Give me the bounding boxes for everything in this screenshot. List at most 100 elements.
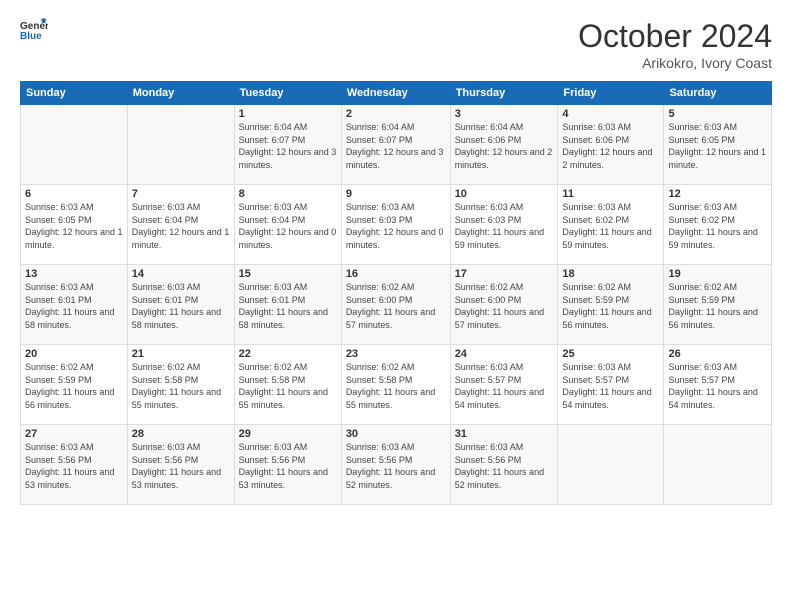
col-saturday: Saturday [664,82,772,105]
day-number: 27 [25,428,123,440]
day-info: Sunrise: 6:03 AM Sunset: 5:56 PM Dayligh… [455,441,554,491]
calendar-cell: 13Sunrise: 6:03 AM Sunset: 6:01 PM Dayli… [21,265,128,345]
day-number: 31 [455,428,554,440]
day-number: 21 [132,348,230,360]
day-number: 3 [455,108,554,120]
calendar-cell [21,105,128,185]
day-number: 8 [239,188,337,200]
calendar-week-5: 27Sunrise: 6:03 AM Sunset: 5:56 PM Dayli… [21,425,772,505]
day-info: Sunrise: 6:03 AM Sunset: 6:03 PM Dayligh… [346,201,446,251]
calendar-cell: 4Sunrise: 6:03 AM Sunset: 6:06 PM Daylig… [558,105,664,185]
day-info: Sunrise: 6:03 AM Sunset: 6:01 PM Dayligh… [25,281,123,331]
day-number: 4 [562,108,659,120]
day-info: Sunrise: 6:03 AM Sunset: 6:04 PM Dayligh… [132,201,230,251]
day-info: Sunrise: 6:02 AM Sunset: 5:59 PM Dayligh… [562,281,659,331]
day-info: Sunrise: 6:03 AM Sunset: 6:03 PM Dayligh… [455,201,554,251]
calendar-cell: 19Sunrise: 6:02 AM Sunset: 5:59 PM Dayli… [664,265,772,345]
day-info: Sunrise: 6:02 AM Sunset: 6:00 PM Dayligh… [455,281,554,331]
calendar-cell [127,105,234,185]
day-number: 16 [346,268,446,280]
day-info: Sunrise: 6:03 AM Sunset: 5:56 PM Dayligh… [346,441,446,491]
day-number: 7 [132,188,230,200]
calendar-cell: 30Sunrise: 6:03 AM Sunset: 5:56 PM Dayli… [341,425,450,505]
day-info: Sunrise: 6:03 AM Sunset: 5:57 PM Dayligh… [562,361,659,411]
calendar-cell: 26Sunrise: 6:03 AM Sunset: 5:57 PM Dayli… [664,345,772,425]
calendar-cell: 5Sunrise: 6:03 AM Sunset: 6:05 PM Daylig… [664,105,772,185]
day-info: Sunrise: 6:03 AM Sunset: 5:56 PM Dayligh… [25,441,123,491]
calendar-cell: 27Sunrise: 6:03 AM Sunset: 5:56 PM Dayli… [21,425,128,505]
calendar-cell: 31Sunrise: 6:03 AM Sunset: 5:56 PM Dayli… [450,425,558,505]
day-info: Sunrise: 6:03 AM Sunset: 6:01 PM Dayligh… [239,281,337,331]
col-tuesday: Tuesday [234,82,341,105]
calendar-cell: 16Sunrise: 6:02 AM Sunset: 6:00 PM Dayli… [341,265,450,345]
logo-icon: General Blue [20,18,48,40]
day-info: Sunrise: 6:03 AM Sunset: 6:06 PM Dayligh… [562,121,659,171]
day-info: Sunrise: 6:03 AM Sunset: 6:02 PM Dayligh… [562,201,659,251]
day-number: 6 [25,188,123,200]
calendar-week-4: 20Sunrise: 6:02 AM Sunset: 5:59 PM Dayli… [21,345,772,425]
calendar-cell [664,425,772,505]
calendar-cell: 23Sunrise: 6:02 AM Sunset: 5:58 PM Dayli… [341,345,450,425]
col-thursday: Thursday [450,82,558,105]
day-number: 14 [132,268,230,280]
day-info: Sunrise: 6:02 AM Sunset: 5:59 PM Dayligh… [25,361,123,411]
calendar-table: Sunday Monday Tuesday Wednesday Thursday… [20,81,772,505]
day-number: 30 [346,428,446,440]
day-info: Sunrise: 6:03 AM Sunset: 6:04 PM Dayligh… [239,201,337,251]
calendar-week-3: 13Sunrise: 6:03 AM Sunset: 6:01 PM Dayli… [21,265,772,345]
calendar-cell: 2Sunrise: 6:04 AM Sunset: 6:07 PM Daylig… [341,105,450,185]
calendar-cell: 14Sunrise: 6:03 AM Sunset: 6:01 PM Dayli… [127,265,234,345]
day-info: Sunrise: 6:02 AM Sunset: 5:58 PM Dayligh… [132,361,230,411]
calendar-cell: 9Sunrise: 6:03 AM Sunset: 6:03 PM Daylig… [341,185,450,265]
calendar-cell [558,425,664,505]
calendar-week-2: 6Sunrise: 6:03 AM Sunset: 6:05 PM Daylig… [21,185,772,265]
day-number: 13 [25,268,123,280]
day-number: 1 [239,108,337,120]
day-number: 9 [346,188,446,200]
col-monday: Monday [127,82,234,105]
calendar-cell: 7Sunrise: 6:03 AM Sunset: 6:04 PM Daylig… [127,185,234,265]
day-info: Sunrise: 6:02 AM Sunset: 5:59 PM Dayligh… [668,281,767,331]
day-number: 26 [668,348,767,360]
header: General Blue October 2024 Arikokro, Ivor… [20,18,772,71]
day-number: 11 [562,188,659,200]
day-number: 28 [132,428,230,440]
day-info: Sunrise: 6:04 AM Sunset: 6:07 PM Dayligh… [239,121,337,171]
day-info: Sunrise: 6:03 AM Sunset: 6:01 PM Dayligh… [132,281,230,331]
day-info: Sunrise: 6:02 AM Sunset: 5:58 PM Dayligh… [239,361,337,411]
day-info: Sunrise: 6:03 AM Sunset: 5:56 PM Dayligh… [239,441,337,491]
col-wednesday: Wednesday [341,82,450,105]
title-block: October 2024 Arikokro, Ivory Coast [578,18,772,71]
day-number: 24 [455,348,554,360]
calendar-cell: 24Sunrise: 6:03 AM Sunset: 5:57 PM Dayli… [450,345,558,425]
header-row: Sunday Monday Tuesday Wednesday Thursday… [21,82,772,105]
calendar-cell: 11Sunrise: 6:03 AM Sunset: 6:02 PM Dayli… [558,185,664,265]
col-sunday: Sunday [21,82,128,105]
day-info: Sunrise: 6:03 AM Sunset: 6:02 PM Dayligh… [668,201,767,251]
day-info: Sunrise: 6:02 AM Sunset: 5:58 PM Dayligh… [346,361,446,411]
calendar-cell: 20Sunrise: 6:02 AM Sunset: 5:59 PM Dayli… [21,345,128,425]
day-number: 15 [239,268,337,280]
calendar-cell: 12Sunrise: 6:03 AM Sunset: 6:02 PM Dayli… [664,185,772,265]
day-info: Sunrise: 6:03 AM Sunset: 5:57 PM Dayligh… [668,361,767,411]
col-friday: Friday [558,82,664,105]
calendar-week-1: 1Sunrise: 6:04 AM Sunset: 6:07 PM Daylig… [21,105,772,185]
calendar-cell: 3Sunrise: 6:04 AM Sunset: 6:06 PM Daylig… [450,105,558,185]
day-info: Sunrise: 6:04 AM Sunset: 6:07 PM Dayligh… [346,121,446,171]
day-info: Sunrise: 6:03 AM Sunset: 6:05 PM Dayligh… [25,201,123,251]
calendar-cell: 10Sunrise: 6:03 AM Sunset: 6:03 PM Dayli… [450,185,558,265]
day-number: 12 [668,188,767,200]
month-title: October 2024 [578,18,772,55]
day-number: 10 [455,188,554,200]
day-number: 19 [668,268,767,280]
day-info: Sunrise: 6:04 AM Sunset: 6:06 PM Dayligh… [455,121,554,171]
calendar-cell: 15Sunrise: 6:03 AM Sunset: 6:01 PM Dayli… [234,265,341,345]
day-info: Sunrise: 6:02 AM Sunset: 6:00 PM Dayligh… [346,281,446,331]
logo: General Blue [20,18,48,40]
calendar-cell: 29Sunrise: 6:03 AM Sunset: 5:56 PM Dayli… [234,425,341,505]
calendar-cell: 8Sunrise: 6:03 AM Sunset: 6:04 PM Daylig… [234,185,341,265]
calendar-cell: 25Sunrise: 6:03 AM Sunset: 5:57 PM Dayli… [558,345,664,425]
day-number: 23 [346,348,446,360]
day-number: 17 [455,268,554,280]
day-info: Sunrise: 6:03 AM Sunset: 5:56 PM Dayligh… [132,441,230,491]
